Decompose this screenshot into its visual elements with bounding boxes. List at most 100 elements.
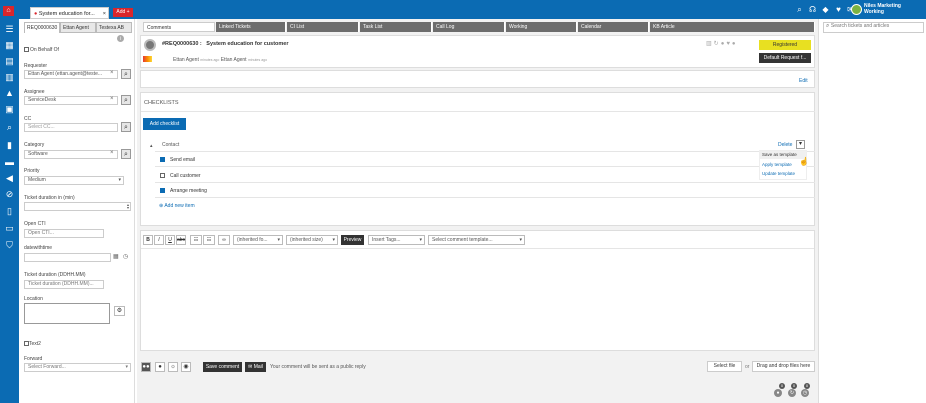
clear-icon[interactable]: × [110,70,114,76]
tab-linked-tickets[interactable]: Linked Tickets [216,22,286,32]
trash-icon[interactable]: ▥ [706,41,714,47]
clear-icon[interactable]: × [110,96,114,102]
font-select[interactable]: (inherited fo... ▾ [233,235,283,245]
chart-icon[interactable]: ▮ [4,140,15,151]
bullet-list-icon[interactable]: ☷ [190,235,202,245]
menu-item-update-template[interactable]: Update template [762,171,795,176]
link-icon[interactable]: ∞ [218,235,230,245]
edit-link[interactable]: Edit [799,78,808,84]
user-info[interactable]: Niles Marketing Working [864,3,901,15]
list-icon[interactable]: ☰ [4,24,15,35]
item-checkbox-call-customer[interactable] [160,173,165,178]
category-field[interactable]: Software [24,150,118,159]
cc-search-button[interactable]: ⌕ [121,122,131,132]
search-icon[interactable]: ⌕ [795,5,804,14]
search-icon[interactable]: ⌕ [4,122,15,133]
clock-badge-icon[interactable]: ◷ [801,389,809,397]
home-icon[interactable]: ⌂ [3,6,14,16]
ticket-tab[interactable]: ● System education for... × [30,7,109,19]
status-button[interactable]: Registered [759,40,811,50]
italic-button[interactable]: I [154,235,164,245]
requester-field[interactable]: Ettan Agent (ettan.agent@teste... [24,70,118,79]
comment-textarea[interactable] [142,250,813,349]
add-item-link[interactable]: ⊕ Add new item [159,203,195,209]
forward-select[interactable]: Select Forward... ▾ [24,363,131,372]
lightbulb-icon[interactable]: ☼ [168,362,178,372]
on-behalf-checkbox[interactable] [24,47,29,52]
mobile-icon[interactable]: ▯ [4,206,15,217]
item-checkbox-send-email[interactable] [160,157,165,162]
chat-icon[interactable]: ▬ [4,157,15,168]
search-input[interactable] [830,23,916,29]
cc-field[interactable]: Select CC... [24,123,118,132]
inbox-icon[interactable]: ▤ [4,56,15,67]
assignee-field[interactable]: ServiceDesk [24,96,118,105]
request-type-button[interactable]: Default Request f... [759,53,811,63]
clear-icon[interactable]: × [110,150,114,156]
heart-icon[interactable]: ♥ [834,5,843,14]
tab-working[interactable]: Working [506,22,577,32]
window-icon[interactable]: ▣ [4,104,15,115]
avatar[interactable] [851,4,862,15]
underline-button[interactable]: U [165,235,175,245]
duration-dd-input[interactable]: Ticket duration (DDHH.MM)... [24,280,104,289]
chevron-down-icon[interactable]: ▾ [796,140,805,149]
shield-icon[interactable]: ⛉ [4,240,15,251]
insert-tags-select[interactable]: Insert Tags... ▾ [368,235,425,245]
tab-call-log[interactable]: Call Log [433,22,505,32]
eye-icon[interactable]: ◉ [181,362,191,372]
graduation-icon[interactable]: ▲ [4,88,15,99]
strikethrough-button[interactable]: abc [176,235,186,245]
gear-icon[interactable]: ⚙ [114,306,125,316]
tab-ci-list[interactable]: CI List [287,22,359,32]
internal-note-icon[interactable]: ● [155,362,165,372]
tab-company[interactable]: Testexa AB [96,22,132,33]
add-checklist-button[interactable]: Add checklist [143,118,186,130]
menu-item-apply-template[interactable]: Apply template [762,162,792,167]
tab-comments[interactable]: Comments [143,22,215,32]
refresh-icon[interactable]: ↻ [714,41,721,47]
calendar-icon[interactable]: ▦ [113,253,119,260]
tab-agent[interactable]: Ettan Agent [60,22,96,33]
tab-kb-article[interactable]: KB Article [650,22,815,32]
location-textarea[interactable] [24,303,110,324]
preview-button[interactable]: Preview [341,235,364,245]
user-icon[interactable]: ● [732,41,738,47]
numbered-list-icon[interactable]: ☷ [203,235,215,245]
delete-link[interactable]: Delete [778,142,792,148]
collapse-icon[interactable]: ▴ [150,143,153,149]
requester-search-button[interactable]: ⌕ [121,69,131,79]
category-search-button[interactable]: ⌕ [121,149,131,159]
datewithtime-input[interactable] [24,253,111,262]
duration-min-input[interactable]: ▴ ▾ [24,202,131,211]
document-icon[interactable]: ▭ [4,223,15,234]
public-reply-icon[interactable]: ●● [141,362,151,372]
clipboard-icon[interactable]: ▥ [4,72,15,83]
megaphone-icon[interactable]: ◀ [4,173,15,184]
assignee-search-button[interactable]: ⌕ [121,95,131,105]
tab-calendar[interactable]: Calendar [578,22,649,32]
bold-button[interactable]: B [143,235,153,245]
comment-template-select[interactable]: Select comment template... ▾ [428,235,525,245]
save-comment-button[interactable]: Save comment [203,362,242,372]
ban-icon[interactable]: ⊘ [4,189,15,200]
size-select[interactable]: (inherited size) ▾ [286,235,338,245]
grid-icon[interactable]: ▦ [4,40,15,51]
headset-icon[interactable]: ☊ [808,5,817,14]
info-icon[interactable]: i [117,35,124,42]
add-button[interactable]: Add + [113,8,133,17]
tag-icon[interactable]: ◆ [821,5,830,14]
stepper-icon[interactable]: ▴ ▾ [127,203,129,210]
search-tickets-field[interactable]: ⌕ [823,22,924,33]
mail-button[interactable]: ✉ Mail [245,362,266,372]
tab-task-list[interactable]: Task List [360,22,432,32]
refresh-badge-icon[interactable]: ↻ [788,389,796,397]
tab-ticket-id[interactable]: REQ0000630 [24,22,60,33]
open-cti-input[interactable]: Open CTI... [24,229,104,238]
drop-zone[interactable]: Drag and drop files here [752,361,815,372]
priority-select[interactable]: Medium ▾ [24,176,124,185]
clock-icon[interactable]: ◷ [123,253,128,260]
select-file-button[interactable]: Select file [707,361,742,372]
header-action-icons[interactable]: ▥↻●♥● [706,40,738,47]
user-badge-icon[interactable]: ● [774,389,782,397]
